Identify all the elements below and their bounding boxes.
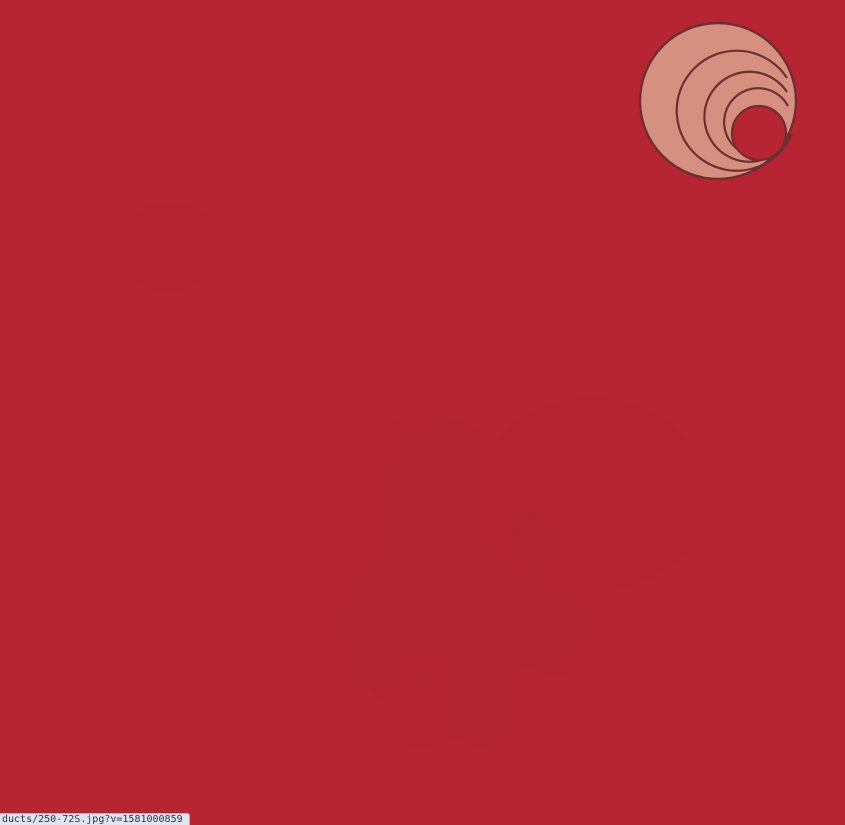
status-bar-url: ducts/250-72S.jpg?v=1581000859 <box>0 813 190 825</box>
page: ducts/250-72S.jpg?v=1581000859 <box>0 0 845 825</box>
concentric-swirl-logo-icon <box>638 21 798 181</box>
status-bar-url-text: ducts/250-72S.jpg?v=1581000859 <box>2 814 183 825</box>
